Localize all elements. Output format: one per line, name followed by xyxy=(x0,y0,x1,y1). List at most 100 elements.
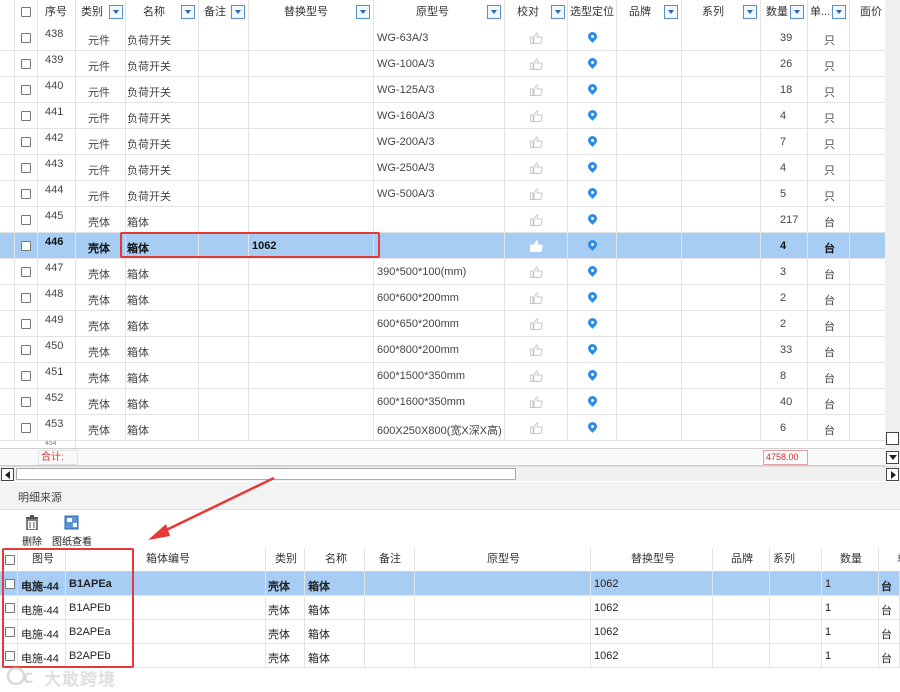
detail-table-row[interactable]: 电施-44 B1APEb 壳体 箱体 1062 1 台 xyxy=(0,596,900,620)
row-checkbox-cell[interactable] xyxy=(15,207,38,233)
location-pin-icon[interactable] xyxy=(586,212,599,225)
col-unit[interactable]: 单... xyxy=(808,0,850,25)
row-verify[interactable] xyxy=(505,389,568,415)
row-locate[interactable] xyxy=(568,389,617,415)
row-checkbox-cell[interactable] xyxy=(15,51,38,77)
row-checkbox[interactable] xyxy=(21,241,31,251)
row-locate[interactable] xyxy=(568,311,617,337)
row-verify[interactable] xyxy=(505,51,568,77)
row-checkbox[interactable] xyxy=(21,163,31,173)
detail-table-row[interactable]: 电施-44 B1APEa 壳体 箱体 1062 1 台 xyxy=(0,572,900,596)
row-verify[interactable] xyxy=(505,337,568,363)
thumbs-up-icon[interactable] xyxy=(530,188,543,200)
col-brand-filter-icon[interactable] xyxy=(664,5,678,19)
row-checkbox-cell[interactable] xyxy=(15,311,38,337)
table-row[interactable]: 440 元件 负荷开关 WG-125A/3 18 只 xyxy=(0,77,885,103)
col-seq[interactable]: 序号 xyxy=(38,0,76,25)
table-row[interactable]: 445 壳体 箱体 217 台 xyxy=(0,207,885,233)
row-verify[interactable] xyxy=(505,77,568,103)
col-price[interactable]: 面价 xyxy=(850,0,885,25)
col-remark-filter-icon[interactable] xyxy=(231,5,245,19)
detail-row-checkbox[interactable] xyxy=(5,579,15,589)
row-checkbox[interactable] xyxy=(21,59,31,69)
row-checkbox-cell[interactable] xyxy=(15,103,38,129)
row-locate[interactable] xyxy=(568,285,617,311)
row-locate[interactable] xyxy=(568,363,617,389)
row-checkbox[interactable] xyxy=(21,319,31,329)
col-orig-model[interactable]: 原型号 xyxy=(374,0,505,25)
thumbs-up-icon[interactable] xyxy=(530,422,543,434)
row-checkbox-cell[interactable] xyxy=(15,155,38,181)
col-detail-category[interactable]: 类别 xyxy=(266,548,305,572)
vertical-scrollbar[interactable] xyxy=(885,0,900,466)
row-verify[interactable] xyxy=(505,129,568,155)
detail-table-row[interactable]: 电施-44 B2APEa 壳体 箱体 1062 1 台 xyxy=(0,620,900,644)
row-checkbox[interactable] xyxy=(21,189,31,199)
row-checkbox[interactable] xyxy=(21,33,31,43)
col-verify-filter-icon[interactable] xyxy=(551,5,565,19)
row-locate[interactable] xyxy=(568,259,617,285)
table-row[interactable]: 451 壳体 箱体 600*1500*350mm 8 台 xyxy=(0,363,885,389)
row-verify[interactable] xyxy=(505,415,568,441)
table-row[interactable]: 447 壳体 箱体 390*500*100(mm) 3 台 xyxy=(0,259,885,285)
detail-select-all-cell[interactable] xyxy=(0,548,18,572)
col-remark[interactable]: 备注 xyxy=(199,0,249,25)
table-row[interactable]: 449 壳体 箱体 600*650*200mm 2 台 xyxy=(0,311,885,337)
delete-button[interactable]: 删除 xyxy=(20,514,46,548)
col-qty[interactable]: 数量 xyxy=(761,0,808,25)
row-checkbox-cell[interactable] xyxy=(15,129,38,155)
col-detail-remark[interactable]: 备注 xyxy=(365,548,415,572)
drawing-view-button[interactable]: 图纸查看 xyxy=(50,514,92,548)
scroll-down-button[interactable] xyxy=(886,451,899,464)
thumbs-up-icon[interactable] xyxy=(530,162,543,174)
location-pin-icon[interactable] xyxy=(586,160,599,173)
row-checkbox-cell[interactable] xyxy=(15,259,38,285)
thumbs-up-icon[interactable] xyxy=(530,344,543,356)
detail-row-checkbox[interactable] xyxy=(5,603,15,613)
row-locate[interactable] xyxy=(568,51,617,77)
col-box-no[interactable]: 箱体编号 xyxy=(66,548,266,572)
col-detail-orig-model[interactable]: 原型号 xyxy=(415,548,591,572)
thumbs-up-icon[interactable] xyxy=(530,32,543,44)
table-row[interactable]: 443 元件 负荷开关 WG-250A/3 4 只 xyxy=(0,155,885,181)
row-locate[interactable] xyxy=(568,129,617,155)
row-locate[interactable] xyxy=(568,77,617,103)
detail-row-checkbox-cell[interactable] xyxy=(0,572,18,596)
row-locate[interactable] xyxy=(568,155,617,181)
detail-select-all-checkbox[interactable] xyxy=(5,555,15,565)
row-checkbox[interactable] xyxy=(21,267,31,277)
row-checkbox[interactable] xyxy=(21,397,31,407)
table-row[interactable]: 439 元件 负荷开关 WG-100A/3 26 只 xyxy=(0,51,885,77)
row-checkbox[interactable] xyxy=(21,345,31,355)
row-checkbox[interactable] xyxy=(21,215,31,225)
thumbs-up-icon[interactable] xyxy=(530,370,543,382)
col-detail-unit[interactable]: 单 xyxy=(879,548,900,572)
thumbs-up-icon[interactable] xyxy=(530,110,543,122)
col-category[interactable]: 类别 xyxy=(76,0,126,25)
row-verify[interactable] xyxy=(505,285,568,311)
row-checkbox-cell[interactable] xyxy=(15,389,38,415)
row-checkbox[interactable] xyxy=(21,85,31,95)
row-verify[interactable] xyxy=(505,103,568,129)
location-pin-icon[interactable] xyxy=(586,264,599,277)
location-pin-icon[interactable] xyxy=(586,368,599,381)
row-checkbox-cell[interactable] xyxy=(15,25,38,51)
row-verify[interactable] xyxy=(505,207,568,233)
row-checkbox[interactable] xyxy=(21,293,31,303)
thumbs-up-icon[interactable] xyxy=(530,240,543,252)
col-detail-series[interactable]: 系列 xyxy=(770,548,822,572)
table-row[interactable]: 450 壳体 箱体 600*800*200mm 33 台 xyxy=(0,337,885,363)
location-pin-icon[interactable] xyxy=(586,238,599,251)
col-detail-brand[interactable]: 品牌 xyxy=(713,548,770,572)
col-replace-model[interactable]: 替换型号 xyxy=(249,0,374,25)
col-detail-name[interactable]: 名称 xyxy=(305,548,365,572)
col-orig-model-filter-icon[interactable] xyxy=(487,5,501,19)
table-row[interactable]: 452 壳体 箱体 600*1600*350mm 40 台 xyxy=(0,389,885,415)
row-verify[interactable] xyxy=(505,233,568,259)
row-verify[interactable] xyxy=(505,363,568,389)
horizontal-thumb[interactable] xyxy=(16,468,516,480)
row-verify[interactable] xyxy=(505,155,568,181)
row-locate[interactable] xyxy=(568,337,617,363)
col-locate[interactable]: 选型定位 xyxy=(568,0,617,25)
row-verify[interactable] xyxy=(505,181,568,207)
